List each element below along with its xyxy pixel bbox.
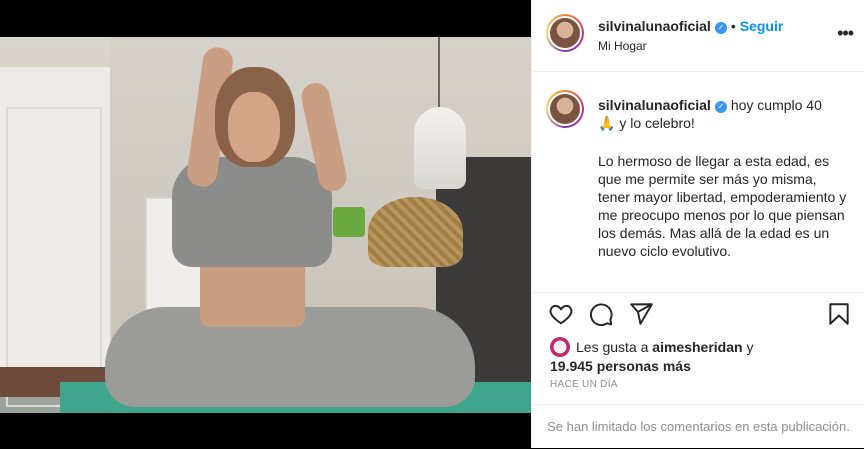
post-actions: Les gusta a aimesheridan y 19.945 person… xyxy=(532,292,864,404)
verified-badge-icon: ✓ xyxy=(714,22,727,34)
praying-hands-emoji: 🙏 xyxy=(598,115,616,131)
comment-icon[interactable] xyxy=(588,301,614,327)
caption-line2: y lo celebro! xyxy=(619,115,695,131)
post-side-panel: silvinalunaoficial ✓ • Seguir Mi Hogar ••• … xyxy=(531,0,864,448)
location-link[interactable]: Mi Hogar xyxy=(598,39,647,53)
caption-body: Lo hermoso de llegar a esta edad, es que… xyxy=(598,153,847,259)
verified-badge-icon: ✓ xyxy=(714,101,727,113)
post-caption: silvinalunaoficial ✓ hoy cumplo 40 🙏 y lo … xyxy=(532,72,864,292)
bookmark-icon[interactable] xyxy=(826,301,852,327)
likes-summary: Les gusta a aimesheridan y 19.945 person… xyxy=(550,337,850,375)
caption-avatar[interactable] xyxy=(546,90,584,128)
likes-count[interactable]: 19.945 personas más xyxy=(550,358,691,374)
heart-icon[interactable] xyxy=(548,301,574,327)
avatar[interactable] xyxy=(546,14,584,52)
comments-limited-notice: Se han limitado los comentarios en esta … xyxy=(532,404,864,448)
likes-prefix: Les gusta a xyxy=(576,339,649,355)
liker-username[interactable]: aimesheridan xyxy=(652,339,742,355)
header-username[interactable]: silvinalunaoficial xyxy=(598,18,711,34)
caption-username[interactable]: silvinalunaoficial xyxy=(598,97,711,113)
post-timestamp[interactable]: HACE UN DÍA xyxy=(550,379,618,390)
follow-button[interactable]: Seguir xyxy=(740,18,784,34)
separator-dot: • xyxy=(730,18,736,34)
post-header: silvinalunaoficial ✓ • Seguir Mi Hogar ••• xyxy=(532,0,864,72)
likes-conjunction: y xyxy=(746,339,754,355)
post-modal: silvinalunaoficial ✓ • Seguir Mi Hogar ••• … xyxy=(0,0,864,448)
share-icon[interactable] xyxy=(628,301,654,327)
caption-line1: hoy cumplo 40 xyxy=(730,97,822,113)
post-photo[interactable] xyxy=(0,37,531,413)
liker-avatar[interactable] xyxy=(550,337,570,357)
more-options-icon[interactable]: ••• xyxy=(837,24,854,42)
